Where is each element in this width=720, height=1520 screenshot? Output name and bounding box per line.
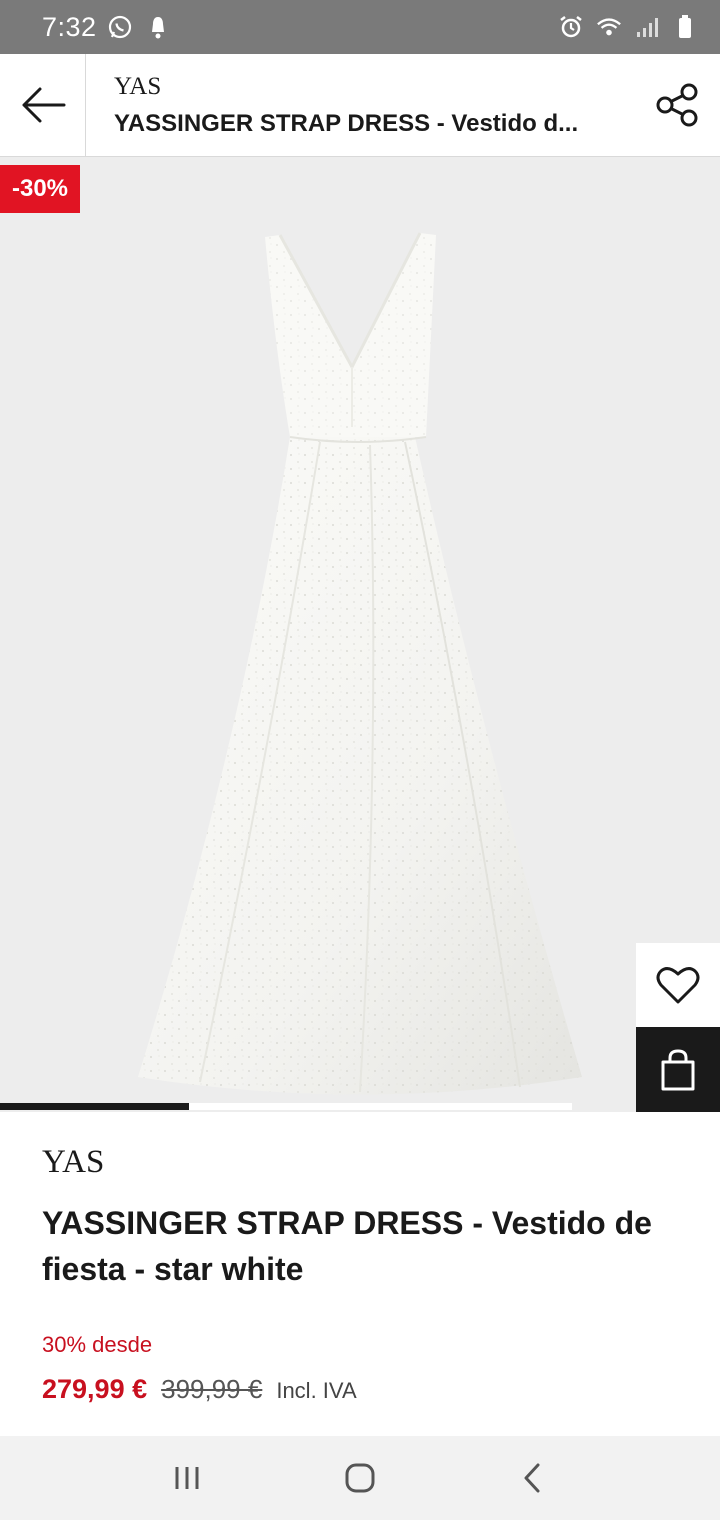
home-button[interactable]	[330, 1448, 390, 1508]
wifi-icon	[596, 14, 622, 40]
signal-icon	[634, 14, 660, 40]
share-icon	[656, 83, 698, 127]
product-brand[interactable]: YAS	[42, 1142, 678, 1182]
share-button[interactable]	[636, 54, 720, 156]
discount-text: 30% desde	[42, 1332, 153, 1357]
system-back-button[interactable]	[503, 1448, 563, 1508]
home-icon	[345, 1463, 375, 1493]
status-right-icons	[558, 14, 698, 40]
header-title: YASSINGER STRAP DRESS - Vestido d...	[114, 110, 579, 137]
app-header: YAS YASSINGER STRAP DRESS - Vestido d...	[0, 54, 720, 157]
back-icon	[524, 1463, 540, 1493]
notification-icon	[145, 14, 171, 40]
vat-note: Incl. IVA	[276, 1378, 357, 1403]
product-title: YASSINGER STRAP DRESS - Vestido de fiest…	[42, 1205, 652, 1287]
recent-apps-button[interactable]	[157, 1448, 217, 1508]
discount-badge: -30%	[0, 165, 80, 213]
battery-icon	[672, 14, 698, 40]
product-image-gallery[interactable]: -30%	[0, 157, 720, 1112]
heart-icon	[656, 967, 700, 1004]
recent-apps-icon	[175, 1467, 199, 1489]
price-row: 279,99 € 399,99 € Incl. IVA	[42, 1374, 678, 1405]
header-brand: YAS	[114, 73, 162, 100]
status-left-icons	[107, 14, 171, 40]
whatsapp-icon	[107, 14, 133, 40]
status-time: 7:32	[42, 11, 97, 42]
back-button[interactable]	[0, 54, 86, 156]
gallery-progress-fill	[0, 1103, 189, 1110]
status-bar: 7:32	[0, 0, 720, 54]
shopping-bag-icon	[661, 1048, 695, 1090]
product-info: YAS YASSINGER STRAP DRESS - Vestido de f…	[0, 1112, 720, 1436]
original-price: 399,99 €	[161, 1374, 263, 1404]
header-text: YAS YASSINGER STRAP DRESS - Vestido d...	[86, 54, 636, 156]
alarm-icon	[558, 14, 584, 40]
system-navigation-bar	[0, 1436, 720, 1520]
add-to-bag-button[interactable]	[636, 1027, 720, 1112]
arrow-left-icon	[22, 87, 65, 123]
dress-image	[138, 232, 582, 1095]
current-price: 279,99 €	[42, 1374, 148, 1404]
wishlist-button[interactable]	[636, 943, 720, 1027]
